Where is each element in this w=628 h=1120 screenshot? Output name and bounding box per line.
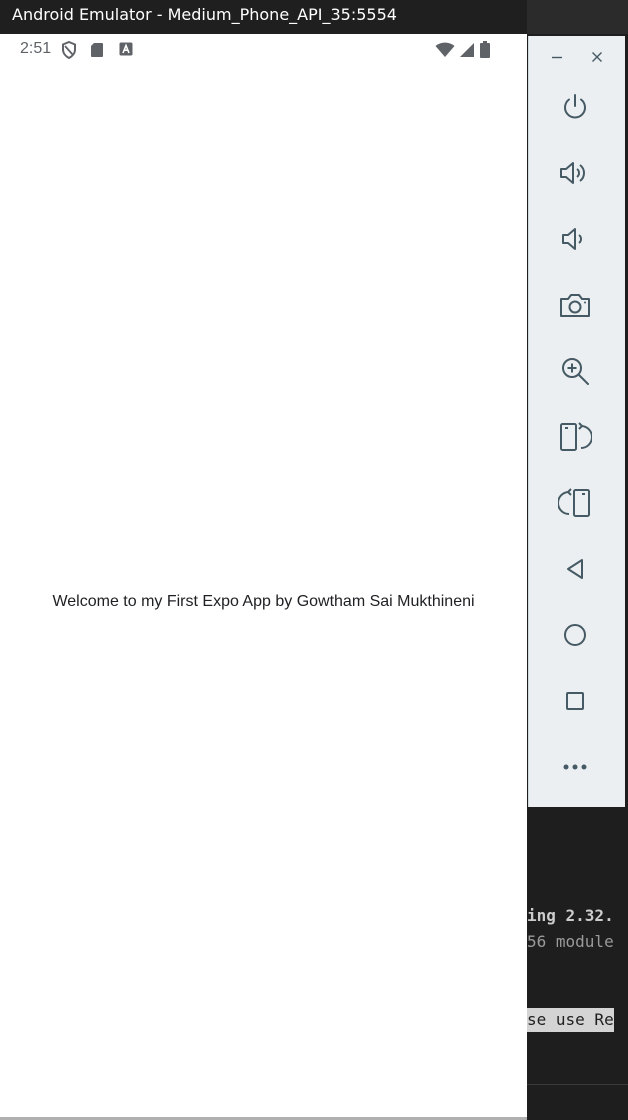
terminal-line: ing 2.32. xyxy=(527,906,614,925)
status-right-icons xyxy=(435,41,491,63)
minimize-icon[interactable] xyxy=(545,44,569,70)
home-circle-icon xyxy=(562,622,588,648)
power-icon xyxy=(560,92,590,122)
emulator-side-toolbar xyxy=(528,36,625,807)
volume-down-button[interactable] xyxy=(555,219,595,259)
sd-card-icon xyxy=(90,42,104,63)
battery-icon xyxy=(479,41,491,63)
zoom-in-icon xyxy=(559,355,591,387)
shield-icon xyxy=(61,40,77,64)
rotate-left-icon xyxy=(558,487,592,519)
phone-screen[interactable]: 2:51 Welcome to my First Expo App by Gow… xyxy=(0,34,527,1120)
rotate-right-button[interactable] xyxy=(555,417,595,457)
volume-up-button[interactable] xyxy=(555,153,595,193)
status-time: 2:51 xyxy=(20,40,52,57)
volume-up-icon xyxy=(558,158,592,188)
rotate-left-button[interactable] xyxy=(555,483,595,523)
power-button[interactable] xyxy=(555,87,595,127)
rotate-right-icon xyxy=(558,421,592,453)
welcome-text: Welcome to my First Expo App by Gowtham … xyxy=(52,593,475,610)
screenshot-button[interactable] xyxy=(555,285,595,325)
a-badge-icon xyxy=(119,42,133,61)
toolbar-window-controls xyxy=(529,44,625,70)
background-window-topbar xyxy=(527,0,628,34)
window-title-bar[interactable]: Android Emulator - Medium_Phone_API_35:5… xyxy=(0,0,527,34)
camera-icon xyxy=(558,290,592,320)
signal-icon xyxy=(459,42,475,63)
more-button[interactable] xyxy=(555,747,595,787)
back-triangle-icon xyxy=(563,557,587,581)
back-button[interactable] xyxy=(555,549,595,589)
window-title: Android Emulator - Medium_Phone_API_35:5… xyxy=(12,5,397,24)
home-button[interactable] xyxy=(555,615,595,655)
terminal-line-highlighted: se use Re xyxy=(527,1008,614,1032)
close-icon[interactable] xyxy=(585,44,609,70)
overview-button[interactable] xyxy=(555,681,595,721)
more-dots-icon xyxy=(562,763,588,771)
zoom-button[interactable] xyxy=(555,351,595,391)
terminal-panel[interactable]: ing 2.32. 56 module se use Re xyxy=(527,808,628,1120)
terminal-divider xyxy=(527,1084,628,1085)
volume-down-icon xyxy=(560,224,590,254)
status-bar: 2:51 xyxy=(0,34,527,66)
emulator-window: Android Emulator - Medium_Phone_API_35:5… xyxy=(0,0,527,1120)
wifi-icon xyxy=(435,42,455,63)
overview-square-icon xyxy=(564,690,586,712)
terminal-line: 56 module xyxy=(527,932,614,951)
